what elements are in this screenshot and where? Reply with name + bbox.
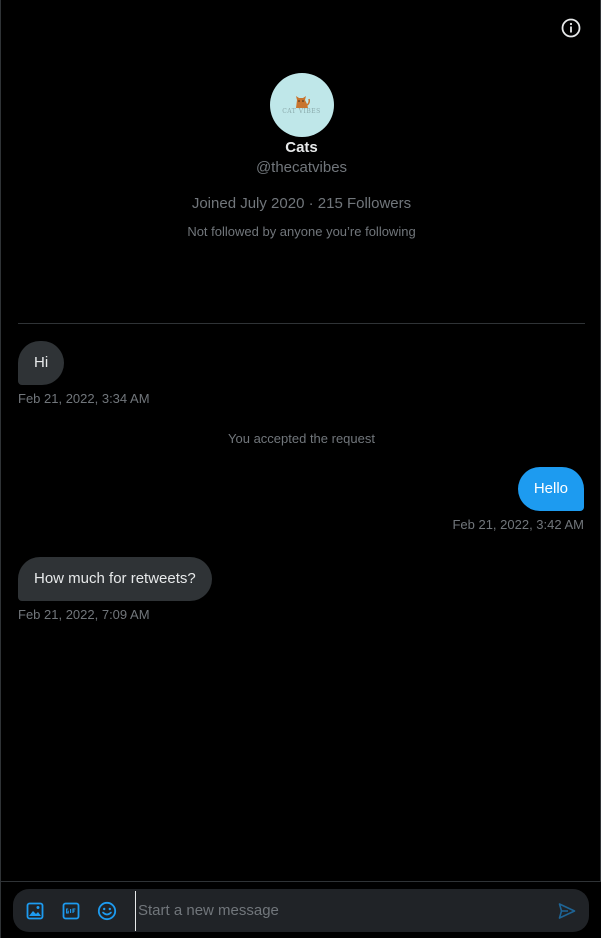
message-timestamp: Feb 21, 2022, 7:09 AM <box>18 607 150 622</box>
conversation-panel: CAT VIBES Cats @thecatvibes Joined July … <box>0 0 601 938</box>
gif-button[interactable] <box>53 893 89 929</box>
send-icon <box>558 902 576 919</box>
meta-separator: · <box>308 195 314 212</box>
request-accepted-note: You accepted the request <box>228 431 375 446</box>
cat-logo-icon <box>295 96 310 108</box>
joined-date: Joined July 2020 <box>191 195 305 212</box>
message-composer <box>13 889 589 932</box>
message-input[interactable] <box>135 890 549 931</box>
avatar[interactable]: CAT VIBES <box>269 73 334 137</box>
message-bubble-incoming[interactable]: Hi <box>18 341 65 385</box>
avatar-logo-text: CAT VIBES <box>282 108 321 115</box>
divider <box>18 323 585 324</box>
profile-name[interactable]: Cats <box>285 138 318 158</box>
message-bubble-outgoing[interactable]: Hello <box>517 467 584 511</box>
info-button[interactable] <box>559 16 583 40</box>
message-bubble-incoming[interactable]: How much for retweets? <box>18 557 212 601</box>
image-icon <box>26 902 44 919</box>
message-timestamp: Feb 21, 2022, 3:42 AM <box>452 517 584 532</box>
followers-count[interactable]: 215 Followers <box>318 195 411 212</box>
profile-meta: Joined July 2020 · 215 Followers <box>192 194 411 214</box>
profile-handle: @thecatvibes <box>255 159 348 176</box>
emoji-button[interactable] <box>89 893 125 929</box>
profile-header: CAT VIBES Cats @thecatvibes Joined July … <box>1 73 601 240</box>
gif-icon <box>62 902 80 919</box>
media-button[interactable] <box>17 893 53 929</box>
info-icon <box>561 18 581 38</box>
message-timestamp: Feb 21, 2022, 3:34 AM <box>18 391 150 406</box>
emoji-icon <box>97 901 117 920</box>
mutual-followers-note: Not followed by anyone you’re following <box>187 224 416 239</box>
send-button[interactable] <box>549 893 585 929</box>
